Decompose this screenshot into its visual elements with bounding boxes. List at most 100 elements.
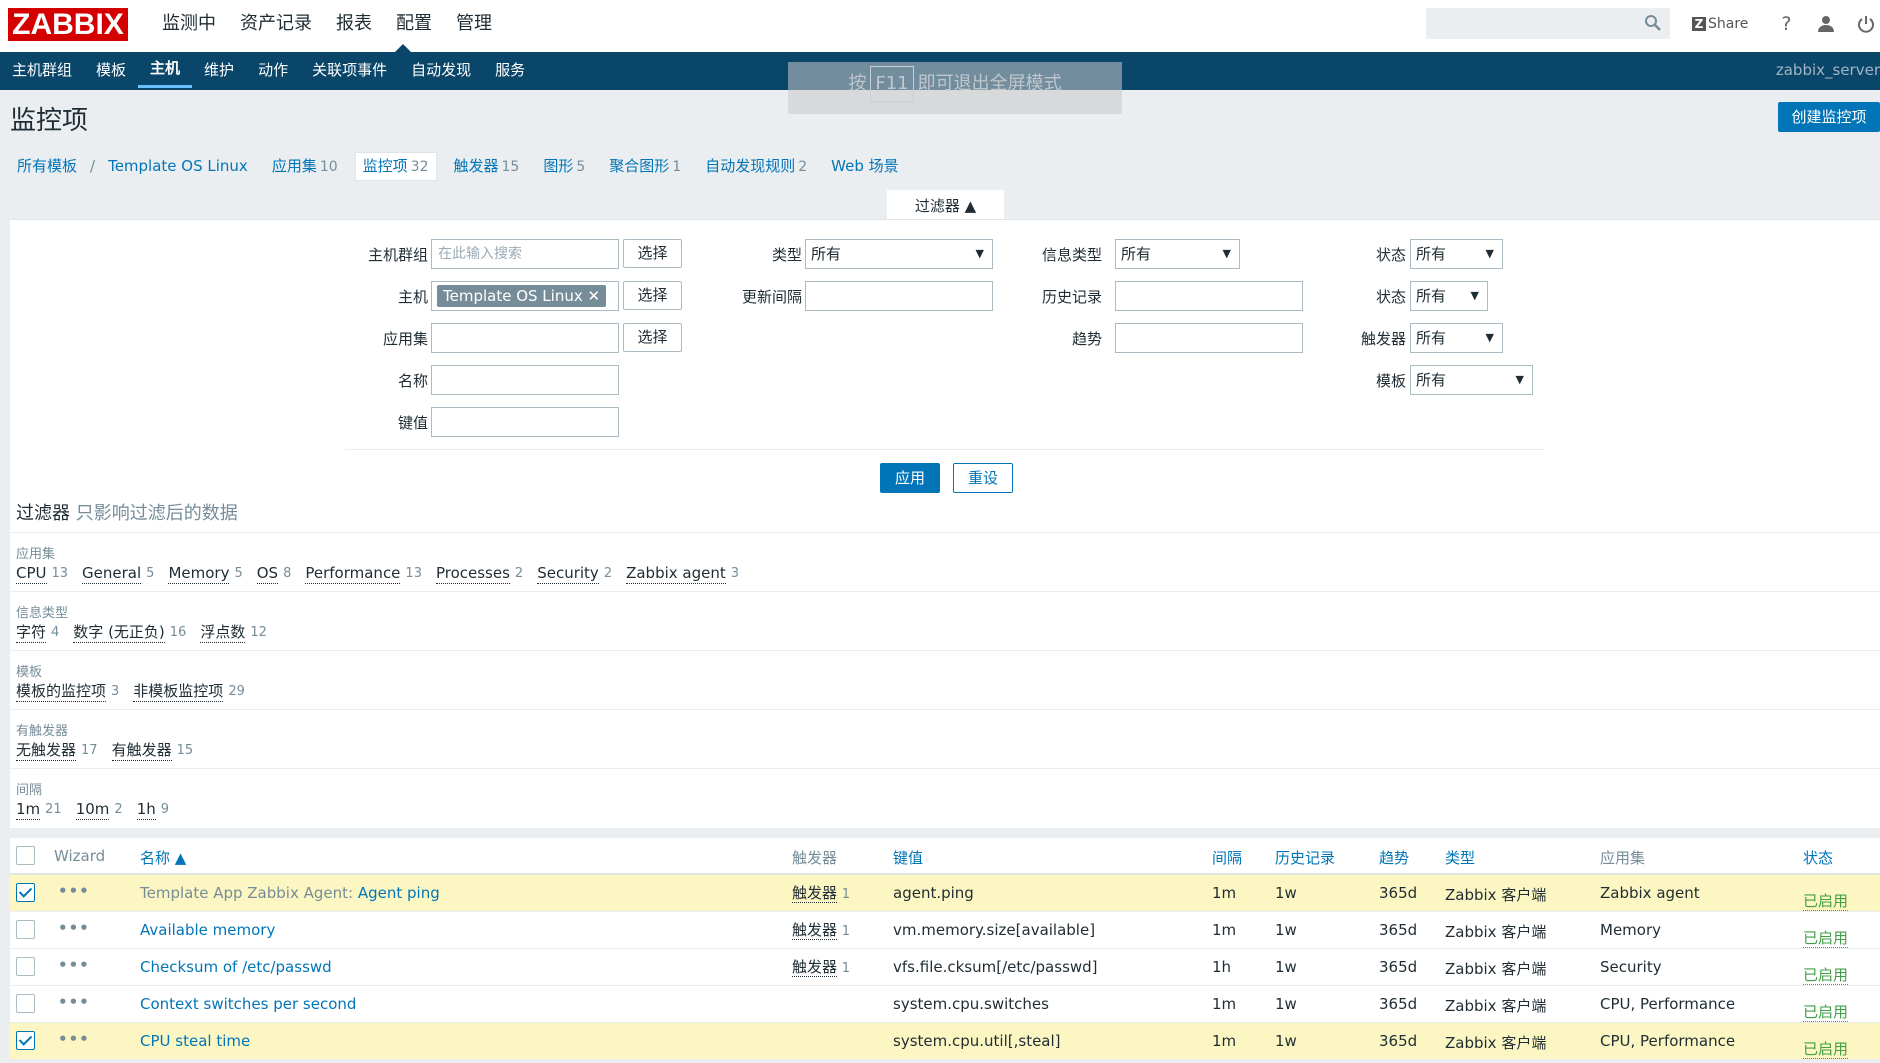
col-history-sort[interactable]: 历史记录: [1275, 847, 1335, 868]
tab-screens[interactable]: 聚合图形 1: [602, 153, 688, 180]
host-multiselect[interactable]: Template OS Linux ✕: [431, 281, 619, 311]
item-name-link[interactable]: Available memory: [140, 921, 275, 939]
subfilter-value-link[interactable]: CPU: [16, 564, 47, 584]
status-enabled[interactable]: 已启用: [1803, 1004, 1849, 1022]
triggers-link[interactable]: 触发器: [792, 884, 838, 903]
status-enabled[interactable]: 已启用: [1803, 967, 1849, 985]
subfilter-value-link[interactable]: 1h: [136, 800, 156, 820]
subnav-correlation[interactable]: 关联项事件: [300, 52, 399, 88]
remove-tag-icon[interactable]: ✕: [588, 287, 601, 305]
wizard-menu-icon[interactable]: •••: [58, 993, 90, 1011]
subnav-host-groups[interactable]: 主机群组: [0, 52, 84, 88]
hostgroup-search-input[interactable]: 在此输入搜索: [431, 239, 619, 269]
tab-web-scenarios[interactable]: Web 场景: [824, 153, 905, 179]
subfilter-value-link[interactable]: Processes: [435, 564, 510, 584]
subnav-templates[interactable]: 模板: [84, 52, 138, 88]
trend-input[interactable]: [1115, 323, 1303, 353]
wizard-menu-icon[interactable]: •••: [58, 956, 90, 974]
trigger-select[interactable]: 所有 ▼: [1410, 323, 1503, 353]
item-name-link[interactable]: Agent ping: [358, 884, 440, 902]
subnav-maintenance[interactable]: 维护: [192, 52, 246, 88]
item-name-link[interactable]: Checksum of /etc/passwd: [140, 958, 332, 976]
type-select[interactable]: 所有 ▼: [805, 239, 993, 269]
status-select[interactable]: 所有 ▼: [1410, 239, 1503, 269]
row-checkbox[interactable]: [16, 920, 35, 939]
subfilter-value-link[interactable]: 10m: [75, 800, 110, 820]
subfilter-value-link[interactable]: 非模板监控项: [133, 682, 224, 702]
subfilter-value-link[interactable]: 无触发器: [16, 741, 77, 761]
tab-items[interactable]: 监控项 32: [354, 151, 437, 181]
triggers-link[interactable]: 触发器: [792, 921, 838, 940]
subnav-actions[interactable]: 动作: [246, 52, 300, 88]
row-checkbox[interactable]: [16, 883, 35, 902]
reset-filter-button[interactable]: 重设: [953, 463, 1013, 493]
col-type-sort[interactable]: 类型: [1445, 847, 1475, 868]
item-name-link[interactable]: CPU steal time: [140, 1032, 250, 1050]
subfilter-value-link[interactable]: 模板的监控项: [16, 682, 107, 702]
host-select-button[interactable]: 选择: [623, 281, 682, 310]
search-input[interactable]: [1426, 8, 1670, 39]
subfilter-value-link[interactable]: Security: [537, 564, 599, 584]
subfilter-value-link[interactable]: Performance: [305, 564, 401, 584]
subnav-services[interactable]: 服务: [483, 52, 537, 88]
application-select-button[interactable]: 选择: [623, 323, 682, 352]
wizard-menu-icon[interactable]: •••: [58, 1030, 90, 1048]
share-button[interactable]: Z Share: [1692, 16, 1748, 32]
search-icon[interactable]: [1644, 14, 1662, 32]
state-select[interactable]: 所有 ▼: [1410, 281, 1488, 311]
subfilter-value-link[interactable]: 数字 (无正负): [73, 623, 165, 643]
col-interval-sort[interactable]: 间隔: [1212, 847, 1242, 868]
nav-configuration[interactable]: 配置: [384, 0, 444, 52]
name-input[interactable]: [431, 365, 619, 395]
triggers-link[interactable]: 触发器: [792, 958, 838, 977]
interval-input[interactable]: [805, 281, 993, 311]
subfilter-value-link[interactable]: Memory: [168, 564, 230, 584]
application-input[interactable]: [431, 323, 619, 353]
nav-inventory[interactable]: 资产记录: [228, 0, 324, 52]
subfilter-value-link[interactable]: General: [82, 564, 142, 584]
key-input[interactable]: [431, 407, 619, 437]
col-name-sort[interactable]: 名称 ▲: [140, 847, 186, 868]
nav-reports[interactable]: 报表: [324, 0, 384, 52]
help-icon[interactable]: ?: [1766, 10, 1806, 38]
subnav-discovery[interactable]: 自动发现: [399, 52, 483, 88]
template-select[interactable]: 所有 ▼: [1410, 365, 1533, 395]
col-key-sort[interactable]: 键值: [893, 847, 923, 868]
subnav-hosts[interactable]: 主机: [138, 52, 193, 88]
nav-administration[interactable]: 管理: [444, 0, 504, 52]
row-checkbox[interactable]: [16, 994, 35, 1013]
logout-icon[interactable]: [1846, 10, 1880, 38]
item-name-link[interactable]: Context switches per second: [140, 995, 356, 1013]
col-status-sort[interactable]: 状态: [1803, 847, 1833, 868]
tab-discovery-rules[interactable]: 自动发现规则 2: [698, 153, 814, 180]
item-template-prefix-link[interactable]: Template App Zabbix Agent:: [140, 884, 358, 902]
create-item-button[interactable]: 创建监控项: [1778, 102, 1880, 132]
apply-filter-button[interactable]: 应用: [880, 463, 940, 493]
history-input[interactable]: [1115, 281, 1303, 311]
breadcrumb-all-templates[interactable]: 所有模板: [10, 153, 84, 179]
nav-monitoring[interactable]: 监测中: [150, 0, 228, 52]
wizard-menu-icon[interactable]: •••: [58, 882, 90, 900]
hostgroup-select-button[interactable]: 选择: [623, 239, 682, 268]
infotype-select[interactable]: 所有 ▼: [1115, 239, 1240, 269]
zabbix-logo[interactable]: ZABBIX: [8, 8, 128, 41]
subfilter-value-link[interactable]: 有触发器: [111, 741, 172, 761]
tab-triggers[interactable]: 触发器 15: [447, 153, 527, 180]
wizard-menu-icon[interactable]: •••: [58, 919, 90, 937]
row-checkbox[interactable]: [16, 1031, 35, 1050]
status-enabled[interactable]: 已启用: [1803, 893, 1849, 911]
select-all-checkbox[interactable]: [16, 846, 35, 865]
subfilter-value-link[interactable]: OS: [256, 564, 279, 584]
tab-applications[interactable]: 应用集 10: [265, 153, 345, 180]
subfilter-value-link[interactable]: 字符: [16, 623, 47, 643]
subfilter-value-link[interactable]: 1m: [16, 800, 41, 820]
subfilter-value-link[interactable]: 浮点数: [200, 623, 246, 643]
breadcrumb-template[interactable]: Template OS Linux: [101, 153, 255, 179]
tab-graphs[interactable]: 图形 5: [536, 153, 592, 180]
subfilter-value-link[interactable]: Zabbix agent: [626, 564, 726, 584]
user-profile-icon[interactable]: [1806, 10, 1846, 38]
filter-toggle-tab[interactable]: 过滤器 ▲: [887, 190, 1004, 220]
col-trends-sort[interactable]: 趋势: [1379, 847, 1409, 868]
row-checkbox[interactable]: [16, 957, 35, 976]
status-enabled[interactable]: 已启用: [1803, 930, 1849, 948]
